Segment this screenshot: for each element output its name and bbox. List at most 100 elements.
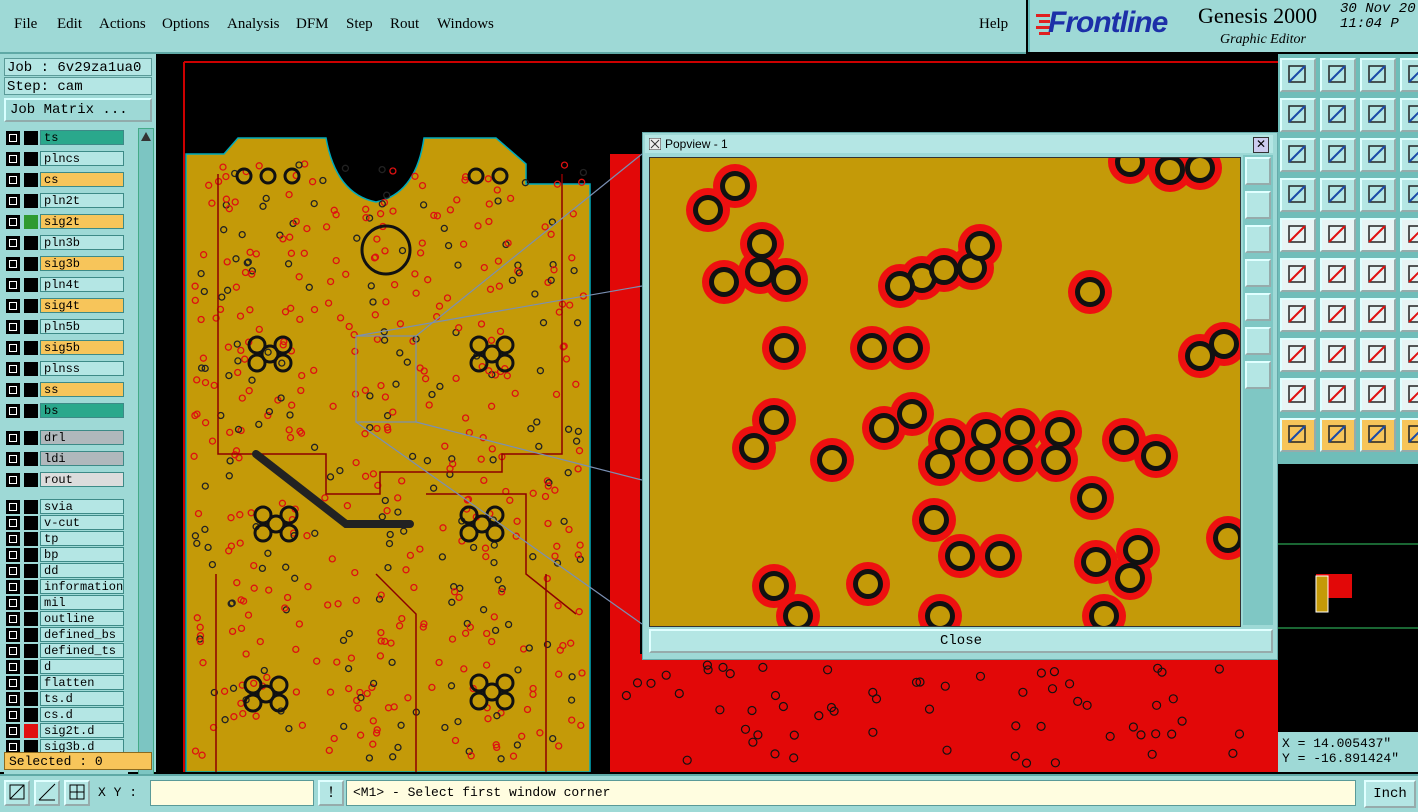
select-more-button[interactable]: [1400, 418, 1418, 452]
layer-name[interactable]: sig3b: [40, 256, 124, 271]
popview-close-button[interactable]: Close: [649, 629, 1273, 653]
layer-name[interactable]: ts: [40, 130, 124, 145]
layer-row[interactable]: defined_bs: [4, 627, 128, 644]
cross-tool-button[interactable]: [1320, 258, 1356, 292]
layer-row[interactable]: sig2t: [4, 214, 128, 231]
menu-dfm[interactable]: DFM: [296, 16, 329, 33]
layer-name[interactable]: defined_ts: [40, 643, 124, 658]
peak-tool-button[interactable]: [1320, 378, 1356, 412]
layer-name[interactable]: ts.d: [40, 691, 124, 706]
layer-checkbox[interactable]: [6, 299, 20, 313]
layer-row[interactable]: d: [4, 659, 128, 676]
layer-name[interactable]: plncs: [40, 151, 124, 166]
move-tool-button[interactable]: [1400, 298, 1418, 332]
layer-name[interactable]: v-cut: [40, 515, 124, 530]
popview-zoom-view[interactable]: [649, 157, 1241, 627]
layer-row[interactable]: cs.d: [4, 707, 128, 724]
snap-button[interactable]: [4, 780, 30, 806]
alert-button[interactable]: !: [318, 780, 344, 806]
layer-row[interactable]: v-cut: [4, 515, 128, 532]
layer-checkbox[interactable]: [6, 404, 20, 418]
layer-row[interactable]: ts: [4, 130, 128, 147]
layer-row[interactable]: pln3b: [4, 235, 128, 252]
layer-checkbox[interactable]: [6, 516, 20, 530]
layer-row[interactable]: ss: [4, 382, 128, 399]
open-button[interactable]: [1280, 58, 1316, 92]
layer-checkbox[interactable]: [6, 383, 20, 397]
layer-checkbox[interactable]: [6, 660, 20, 674]
layer-checkbox[interactable]: [6, 692, 20, 706]
triangle-tool-button[interactable]: [1280, 378, 1316, 412]
layer-checkbox[interactable]: [6, 708, 20, 722]
layer-name[interactable]: d: [40, 659, 124, 674]
layer-name[interactable]: sig4t: [40, 298, 124, 313]
window-menu-icon[interactable]: [649, 138, 661, 150]
layer-row[interactable]: flatten: [4, 675, 128, 692]
layer-name[interactable]: cs.d: [40, 707, 124, 722]
fit-button[interactable]: [1245, 327, 1271, 355]
menu-edit[interactable]: Edit: [57, 16, 82, 33]
zoom-button[interactable]: [1400, 98, 1418, 132]
menu-help[interactable]: Help: [979, 16, 1008, 33]
layer-checkbox[interactable]: [6, 320, 20, 334]
layer-name[interactable]: flatten: [40, 675, 124, 690]
pan-left-button[interactable]: [1245, 259, 1271, 287]
layer-checkbox[interactable]: [6, 644, 20, 658]
layer-checkbox[interactable]: [6, 215, 20, 229]
zoom-out-button[interactable]: [1245, 361, 1271, 389]
layer-checkbox[interactable]: [6, 612, 20, 626]
close-icon[interactable]: ✕: [1253, 137, 1269, 153]
layer-checkbox[interactable]: [6, 628, 20, 642]
layer-name[interactable]: svia: [40, 499, 124, 514]
layer-name[interactable]: plnss: [40, 361, 124, 376]
layer-checkbox[interactable]: [6, 548, 20, 562]
grid-tool-button[interactable]: [1320, 178, 1356, 212]
settings-button[interactable]: [1280, 178, 1316, 212]
layer-checkbox[interactable]: [6, 500, 20, 514]
layer-checkbox[interactable]: [6, 596, 20, 610]
layer-checkbox[interactable]: [6, 724, 20, 738]
layer-row[interactable]: sig4t: [4, 298, 128, 315]
grid-button[interactable]: [64, 780, 90, 806]
menu-actions[interactable]: Actions: [99, 16, 146, 33]
view-button[interactable]: [1400, 58, 1418, 92]
layer-row[interactable]: information: [4, 579, 128, 596]
pan-right-button[interactable]: [1245, 293, 1271, 321]
layer-checkbox[interactable]: [6, 173, 20, 187]
layer-name[interactable]: sig2t: [40, 214, 124, 229]
layer-checkbox[interactable]: [6, 676, 20, 690]
slash-tool-button[interactable]: [1320, 298, 1356, 332]
menu-windows[interactable]: Windows: [437, 16, 494, 33]
layer-name[interactable]: drl: [40, 430, 124, 445]
layer-checkbox[interactable]: [6, 257, 20, 271]
layer-row[interactable]: svia: [4, 499, 128, 516]
layer-checkbox[interactable]: [6, 278, 20, 292]
layer-name[interactable]: information: [40, 579, 124, 594]
layer-row[interactable]: plncs: [4, 151, 128, 168]
job-matrix-button[interactable]: Job Matrix ...: [4, 98, 152, 122]
layer-row[interactable]: bs: [4, 403, 128, 420]
node-tool-button[interactable]: [1400, 338, 1418, 372]
layer-checkbox[interactable]: [6, 564, 20, 578]
select-poly-button[interactable]: [1360, 418, 1396, 452]
popview-titlebar[interactable]: Popview - 1 ✕: [645, 135, 1273, 153]
pad-tool-button[interactable]: [1280, 218, 1316, 252]
layer-name[interactable]: tp: [40, 531, 124, 546]
undo-button[interactable]: [1280, 98, 1316, 132]
rotate-tool-button[interactable]: [1400, 258, 1418, 292]
menu-file[interactable]: File: [14, 16, 37, 33]
select-button[interactable]: [1280, 418, 1316, 452]
zoom-in-button[interactable]: [1245, 157, 1271, 185]
save-button[interactable]: [1320, 58, 1356, 92]
swap-button[interactable]: [1360, 98, 1396, 132]
layer-checkbox[interactable]: [6, 152, 20, 166]
layer-name[interactable]: pln5b: [40, 319, 124, 334]
layer-row[interactable]: sig5b: [4, 340, 128, 357]
xy-input[interactable]: [150, 780, 314, 806]
layer-checkbox[interactable]: [6, 236, 20, 250]
ruler-button[interactable]: [1360, 218, 1396, 252]
layer-checkbox[interactable]: [6, 580, 20, 594]
layer-row[interactable]: defined_ts: [4, 643, 128, 660]
scale-button[interactable]: [1360, 138, 1396, 172]
dot-tool-button[interactable]: [1280, 338, 1316, 372]
